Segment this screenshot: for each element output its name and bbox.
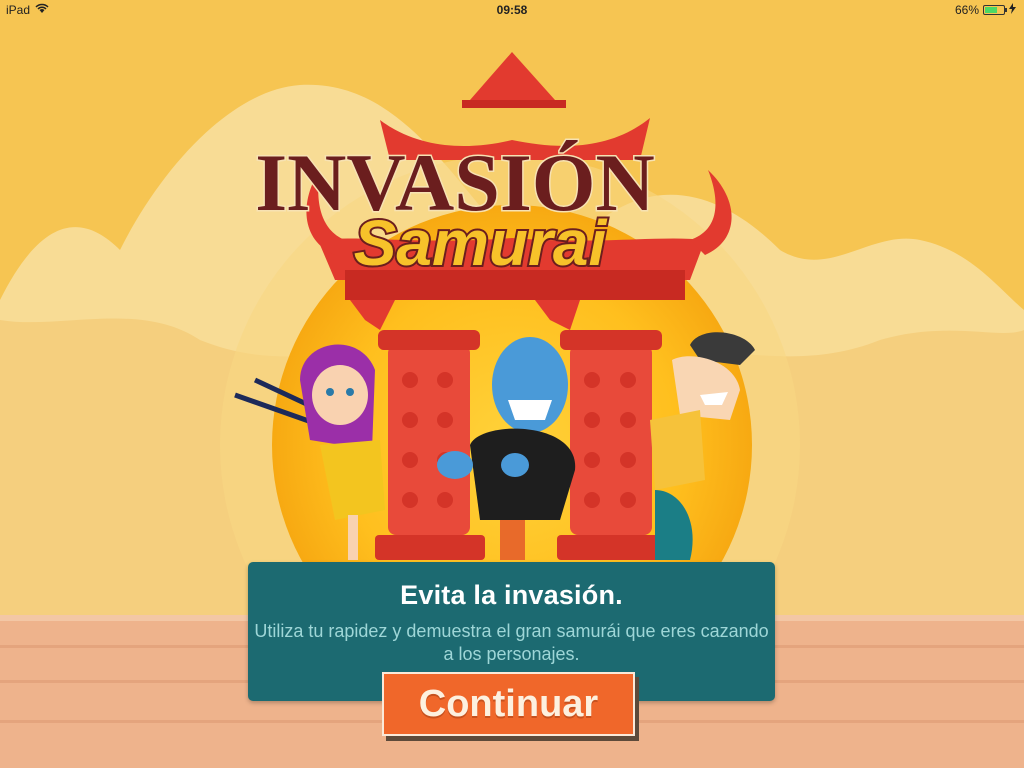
battery-percent: 66% — [954, 3, 979, 17]
pillar-right — [557, 330, 667, 560]
dialog-headline: Evita la invasión. — [400, 580, 623, 610]
title-line2: Samurai — [354, 207, 608, 279]
battery-level-fill — [985, 7, 997, 13]
battery-icon — [983, 5, 1007, 15]
continue-button-label: Continuar — [418, 682, 599, 725]
clock: 09:58 — [496, 3, 528, 17]
status-bar: iPad 09:58 66% — [0, 0, 1024, 20]
continue-button[interactable]: Continuar — [382, 672, 635, 736]
pillar-left — [375, 330, 485, 560]
charging-bolt-icon — [1009, 3, 1016, 17]
dialog-body: Utiliza tu rapidez y demuestra el gran s… — [254, 621, 769, 664]
